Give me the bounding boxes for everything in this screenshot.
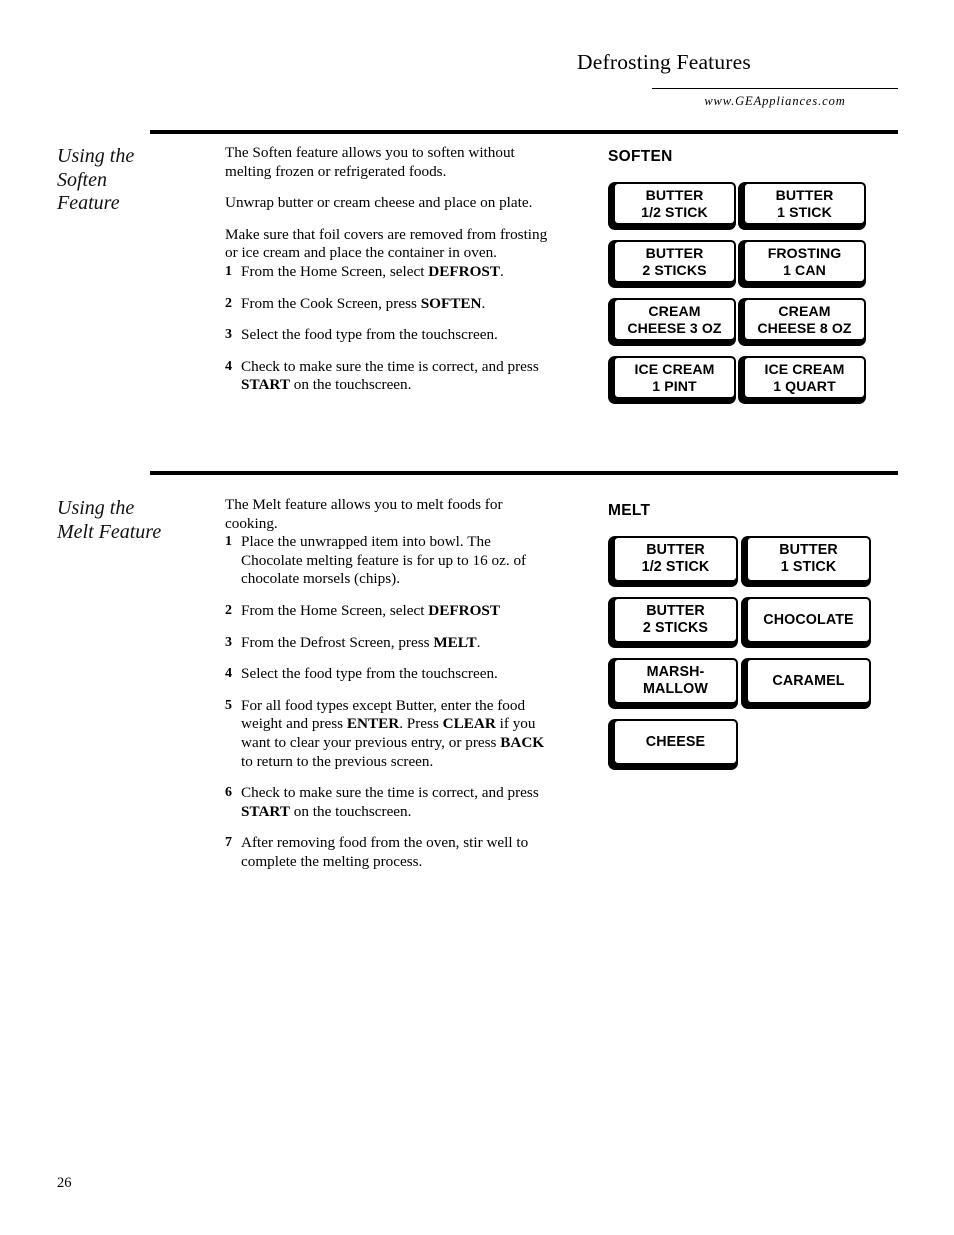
paragraph-list-soften: The Soften feature allows you to soften … [225, 144, 555, 263]
touchscreen-key[interactable]: CARAMEL [741, 658, 871, 709]
section-body-melt: The Melt feature allows you to melt food… [225, 496, 555, 872]
touchscreen-key[interactable]: BUTTER 1/2 STICK [608, 536, 738, 587]
section-body-soften: The Soften feature allows you to soften … [225, 144, 555, 395]
instruction-step: 4 Check to make sure the time is correct,… [225, 358, 555, 395]
step-number: 7 [225, 835, 232, 851]
step-list-melt: 1 Place the unwrapped item into bowl. The… [225, 533, 555, 871]
section-heading-soften: Using the Soften Feature [57, 145, 135, 214]
step-text: Select the food type from the touchscree… [241, 326, 498, 344]
touchscreen-key[interactable]: BUTTER 1/2 STICK [608, 182, 736, 230]
touchscreen-key[interactable]: BUTTER 2 STICKS [608, 240, 736, 288]
paragraph-list-melt: The Melt feature allows you to melt food… [225, 496, 555, 533]
step-number: 4 [225, 358, 232, 374]
touchscreen-panel-melt: MELT BUTTER 1/2 STICK BUTTER 1 STICK BUTTER 2… [608, 502, 874, 780]
step-number: 1 [225, 534, 232, 550]
step-text: Check to make sure the time is correct, … [241, 357, 539, 394]
panel-label-soften: SOFTEN [608, 148, 673, 165]
step-number: 2 [225, 295, 232, 311]
step-text: From the Defrost Screen, press MELT. [241, 633, 481, 651]
touchscreen-key[interactable]: FROSTING 1 CAN [738, 240, 866, 288]
panel-label-melt: MELT [608, 502, 651, 519]
instruction-step: 2 From the Home Screen, select DEFROST [225, 602, 555, 621]
document-page: Defrosting Features www.GEAppliances.com… [0, 0, 954, 1235]
step-text: Select the food type from the touchscree… [241, 665, 498, 683]
touchscreen-panel-soften: SOFTEN BUTTER 1/2 STICK BUTTER 1 STICK BUTTE… [608, 148, 868, 414]
instruction-step: 5 For all food types except Butter, enter… [225, 697, 555, 771]
section-divider-middle [150, 471, 898, 475]
touchscreen-key[interactable]: CHEESE [608, 719, 738, 770]
page-number: 26 [57, 1175, 72, 1191]
touchscreen-key-label: BUTTER 1 STICK [746, 536, 871, 582]
touchscreen-key[interactable]: ICE CREAM 1 QUART [738, 356, 866, 404]
touchscreen-key[interactable]: CREAM CHEESE 8 OZ [738, 298, 866, 346]
touchscreen-key[interactable]: BUTTER 1 STICK [741, 536, 871, 587]
step-number: 3 [225, 634, 232, 650]
touchscreen-key-label: BUTTER 2 STICKS [613, 240, 736, 283]
step-text: After removing food from the oven, stir … [241, 834, 529, 870]
touchscreen-key[interactable]: CHOCOLATE [741, 597, 871, 648]
instruction-step: 1 From the Home Screen, select DEFROST. [225, 263, 555, 282]
step-number: 5 [225, 697, 232, 713]
step-text: From the Home Screen, select DEFROST [241, 601, 500, 619]
instruction-step: 3 Select the food type from the touchscre… [225, 326, 555, 345]
instruction-step: 4 Select the food type from the touchscre… [225, 665, 555, 684]
header-website-url: www.GEAppliances.com [704, 94, 846, 108]
body-paragraph: The Soften feature allows you to soften … [225, 144, 515, 180]
step-number: 3 [225, 327, 232, 343]
touchscreen-key[interactable]: CREAM CHEESE 3 OZ [608, 298, 736, 346]
touchscreen-key-label: CREAM CHEESE 8 OZ [743, 298, 866, 341]
touchscreen-key-label: FROSTING 1 CAN [743, 240, 866, 283]
touchscreen-key-label: CHOCOLATE [746, 597, 871, 643]
touchscreen-key[interactable]: BUTTER 2 STICKS [608, 597, 738, 648]
button-grid-soften: BUTTER 1/2 STICK BUTTER 1 STICK BUTTER 2 STIC… [608, 182, 868, 414]
touchscreen-key-label: BUTTER 1/2 STICK [613, 182, 736, 225]
step-text: For all food types except Butter, enter … [241, 696, 545, 770]
step-text: Place the unwrapped item into bowl. The … [241, 533, 527, 588]
header-divider-rule [652, 88, 898, 89]
instruction-step: 3 From the Defrost Screen, press MELT. [225, 634, 555, 653]
touchscreen-key-label: BUTTER 1/2 STICK [613, 536, 738, 582]
instruction-step: 6 Check to make sure the time is correct,… [225, 784, 555, 821]
page-header-title: Defrosting Features [577, 50, 751, 74]
step-number: 4 [225, 666, 232, 682]
button-grid-melt: BUTTER 1/2 STICK BUTTER 1 STICK BUTTER 2 STIC… [608, 536, 874, 780]
section-divider-top [150, 130, 898, 134]
touchscreen-key-label: CREAM CHEESE 3 OZ [613, 298, 736, 341]
step-number: 1 [225, 263, 232, 279]
step-list-soften: 1 From the Home Screen, select DEFROST. 2 F… [225, 263, 555, 395]
step-number: 6 [225, 785, 232, 801]
instruction-step: 7 After removing food from the oven, stir… [225, 834, 555, 871]
instruction-step: 1 Place the unwrapped item into bowl. The… [225, 533, 555, 589]
body-paragraph: Unwrap butter or cream cheese and place … [225, 194, 533, 212]
touchscreen-key[interactable]: ICE CREAM 1 PINT [608, 356, 736, 404]
step-text: From the Cook Screen, press SOFTEN. [241, 294, 486, 312]
touchscreen-key-label: BUTTER 2 STICKS [613, 597, 738, 643]
touchscreen-key-label: ICE CREAM 1 QUART [743, 356, 866, 399]
touchscreen-key[interactable]: BUTTER 1 STICK [738, 182, 866, 230]
touchscreen-key-label: CHEESE [613, 719, 738, 765]
touchscreen-key-label: BUTTER 1 STICK [743, 182, 866, 225]
instruction-step: 2 From the Cook Screen, press SOFTEN. [225, 295, 555, 314]
section-heading-melt: Using the Melt Feature [57, 497, 162, 543]
step-text: From the Home Screen, select DEFROST. [241, 262, 504, 280]
touchscreen-key-label: ICE CREAM 1 PINT [613, 356, 736, 399]
touchscreen-key-label: CARAMEL [746, 658, 871, 704]
step-text: Check to make sure the time is correct, … [241, 784, 539, 820]
body-paragraph: The Melt feature allows you to melt food… [225, 496, 503, 532]
touchscreen-key-label: MARSH- MALLOW [613, 658, 738, 704]
body-paragraph: Make sure that foil covers are removed f… [225, 225, 548, 262]
step-number: 2 [225, 602, 232, 618]
touchscreen-key[interactable]: MARSH- MALLOW [608, 658, 738, 709]
